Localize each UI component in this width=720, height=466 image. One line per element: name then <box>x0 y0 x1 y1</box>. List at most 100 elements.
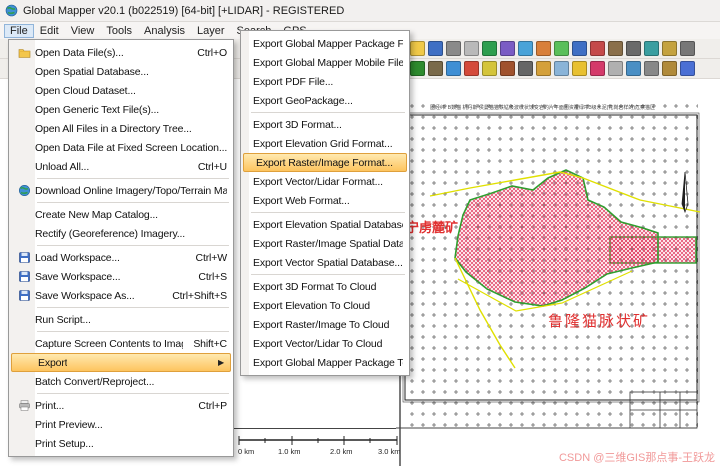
settings-icon[interactable] <box>680 41 695 56</box>
menu-item-label: Export Elevation Spatial Database... <box>253 219 403 231</box>
menu-item-label: Export Raster/Image Format... <box>256 157 393 169</box>
layout-line <box>232 428 396 429</box>
menubar-item-layer[interactable]: Layer <box>191 24 231 38</box>
file-menu-item-load-workspace[interactable]: Load Workspace...Ctrl+W <box>9 248 233 267</box>
menubar-item-view[interactable]: View <box>65 24 101 38</box>
export-menu-item-export-raster-image-to-cloud[interactable]: Export Raster/Image To Cloud <box>241 315 409 334</box>
menubar-item-edit[interactable]: Edit <box>34 24 65 38</box>
menu-item-label: Open Data File(s)... <box>35 47 124 59</box>
map-header-note: 图经纬: B数猫 机丹斯 侯曼猫猫铁锰级波纹状蚀变岩的片平面图资覆绿帘3级水泥(… <box>430 104 655 111</box>
house-icon[interactable] <box>500 61 515 76</box>
file-menu-item-open-spatial-database[interactable]: Open Spatial Database... <box>9 62 233 81</box>
file-menu-item-capture-screen-contents-to-image[interactable]: Capture Screen Contents to Image...Shift… <box>9 334 233 353</box>
pan-icon[interactable] <box>536 41 551 56</box>
menu-item-label: Export <box>38 357 67 369</box>
export-menu-item-export-elevation-to-cloud[interactable]: Export Elevation To Cloud <box>241 296 409 315</box>
table-icon[interactable] <box>644 61 659 76</box>
export-menu-item-export-global-mapper-mobile-file[interactable]: Export Global Mapper Mobile File... <box>241 53 409 72</box>
export-menu-item-export-geopackage[interactable]: Export GeoPackage... <box>241 91 409 110</box>
road-icon[interactable] <box>518 61 533 76</box>
gps-icon[interactable] <box>662 41 677 56</box>
print-icon[interactable] <box>446 41 461 56</box>
file-menu-item-create-new-map-catalog[interactable]: Create New Map Catalog... <box>9 205 233 224</box>
full-view-icon[interactable] <box>554 41 569 56</box>
globe-icon[interactable] <box>482 41 497 56</box>
file-menu-item-download-online-imagery-topo-terrain-maps[interactable]: Download Online Imagery/Topo/Terrain Map… <box>9 181 233 200</box>
export-menu-item-export-vector-lidar-to-cloud[interactable]: Export Vector/Lidar To Cloud <box>241 334 409 353</box>
flag-icon[interactable] <box>482 61 497 76</box>
zoom-icon[interactable] <box>518 41 533 56</box>
menu-icon-slot <box>13 208 35 221</box>
export-menu-item-export-vector-lidar-format[interactable]: Export Vector/Lidar Format... <box>241 172 409 191</box>
menubar-item-tools[interactable]: Tools <box>100 24 138 38</box>
layers-icon[interactable] <box>500 41 515 56</box>
info-icon[interactable] <box>572 41 587 56</box>
menu-item-label: Export GeoPackage... <box>253 95 353 107</box>
export-menu-item-export-global-mapper-package-to-cloud[interactable]: Export Global Mapper Package To Cloud <box>241 353 409 372</box>
menu-icon-slot <box>13 65 35 78</box>
menu-item-label: Export Raster/Image Spatial Database... <box>253 238 403 250</box>
save-icon[interactable] <box>428 41 443 56</box>
file-menu-item-print-setup[interactable]: Print Setup... <box>9 434 233 453</box>
cloud-icon[interactable] <box>554 61 569 76</box>
menu-separator <box>251 212 405 213</box>
file-menu-item-open-cloud-dataset[interactable]: Open Cloud Dataset... <box>9 81 233 100</box>
export-menu-item-export-pdf-file[interactable]: Export PDF File... <box>241 72 409 91</box>
open-icon[interactable] <box>410 41 425 56</box>
menubar-item-file[interactable]: File <box>4 24 34 38</box>
file-menu-item-open-data-file-s[interactable]: Open Data File(s)...Ctrl+O <box>9 43 233 62</box>
globe-icon <box>13 184 35 197</box>
file-menu-item-print-preview[interactable]: Print Preview... <box>9 415 233 434</box>
menu-item-label: Save Workspace As... <box>35 290 135 302</box>
water-icon[interactable] <box>446 61 461 76</box>
menu-separator <box>37 202 229 203</box>
file-menu-item-export[interactable]: Export ▶ <box>11 353 231 372</box>
export-submenu: Export Global Mapper Package File...Expo… <box>240 30 410 376</box>
submenu-arrow-icon: ▶ <box>208 358 224 367</box>
3d-view-icon[interactable] <box>644 41 659 56</box>
menu-item-shortcut: Ctrl+Shift+S <box>162 290 227 302</box>
file-menu-item-save-workspace[interactable]: Save Workspace...Ctrl+S <box>9 267 233 286</box>
lock-icon[interactable] <box>662 61 677 76</box>
file-menu-item-open-all-files-in-a-directory-tree[interactable]: Open All Files in a Directory Tree... <box>9 119 233 138</box>
export-menu-item-export-vector-spatial-database[interactable]: Export Vector Spatial Database... <box>241 253 409 272</box>
export-menu-item-export-elevation-spatial-database[interactable]: Export Elevation Spatial Database... <box>241 215 409 234</box>
menu-item-label: Export 3D Format... <box>253 119 342 131</box>
file-menu-item-save-workspace-as[interactable]: Save Workspace As... Ctrl+Shift+S <box>9 286 233 305</box>
tree-icon[interactable] <box>410 61 425 76</box>
file-menu-item-unload-all[interactable]: Unload All...Ctrl+U <box>9 157 233 176</box>
help-icon[interactable] <box>680 61 695 76</box>
folder-icon <box>13 46 35 59</box>
file-menu-item-rectify-georeference-imagery[interactable]: Rectify (Georeference) Imagery... <box>9 224 233 243</box>
menu-item-shortcut: Ctrl+S <box>188 271 227 283</box>
window-title: Global Mapper v20.1 (b022519) [64-bit] [… <box>23 5 344 17</box>
export-menu-item-export-global-mapper-package-file[interactable]: Export Global Mapper Package File... <box>241 34 409 53</box>
export-menu-item-export-3d-format-to-cloud[interactable]: Export 3D Format To Cloud <box>241 277 409 296</box>
export-menu-item-export-web-format[interactable]: Export Web Format... <box>241 191 409 210</box>
sun-icon[interactable] <box>572 61 587 76</box>
file-menu-item-print[interactable]: Print...Ctrl+P <box>9 396 233 415</box>
menubar-item-analysis[interactable]: Analysis <box>138 24 191 38</box>
file-menu-item-run-script[interactable]: Run Script... <box>9 310 233 329</box>
grid-icon[interactable] <box>626 41 641 56</box>
file-menu-item-open-generic-text-file-s[interactable]: Open Generic Text File(s)... <box>9 100 233 119</box>
export-menu-item-export-3d-format[interactable]: Export 3D Format... <box>241 115 409 134</box>
fire-icon[interactable] <box>464 61 479 76</box>
mountain-icon[interactable] <box>428 61 443 76</box>
menu-item-label: Download Online Imagery/Topo/Terrain Map… <box>35 185 227 197</box>
file-menu-item-batch-convert-reproject[interactable]: Batch Convert/Reproject... <box>9 372 233 391</box>
measure-icon[interactable] <box>590 41 605 56</box>
chart-icon[interactable] <box>626 61 641 76</box>
menu-item-label: Export Global Mapper Package To Cloud <box>253 357 403 369</box>
star-icon[interactable] <box>536 61 551 76</box>
global-mapper-window: Global Mapper v20.1 (b022519) [64-bit] [… <box>0 0 720 466</box>
export-menu-item-export-elevation-grid-format[interactable]: Export Elevation Grid Format... <box>241 134 409 153</box>
pin-icon[interactable] <box>590 61 605 76</box>
file-menu-item-open-data-file-at-fixed-screen-location[interactable]: Open Data File at Fixed Screen Location.… <box>9 138 233 157</box>
note-icon[interactable] <box>608 61 623 76</box>
copy-icon[interactable] <box>464 41 479 56</box>
export-menu-item-export-raster-image-spatial-database[interactable]: Export Raster/Image Spatial Database... <box>241 234 409 253</box>
path-icon[interactable] <box>608 41 623 56</box>
menu-icon-slot <box>13 337 35 350</box>
export-menu-item-export-raster-image-format[interactable]: Export Raster/Image Format... <box>243 153 407 172</box>
